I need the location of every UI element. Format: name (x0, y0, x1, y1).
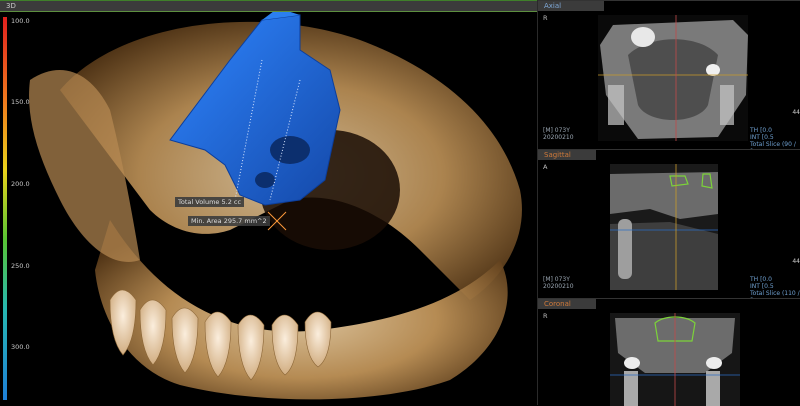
axial-info-right: TH [0.0INT [0.5Total Slice (90 / 1 (750, 127, 796, 149)
coronal-orientation: R (543, 312, 548, 320)
colorbar-label-200: 200.0 (11, 180, 30, 188)
colorbar-label-300: 300.0 (11, 343, 30, 351)
sagittal-mm: 44 (792, 258, 800, 265)
dental-viewer: 3D 100.0 150.0 200.0 250.0 300.0 Total V… (0, 0, 800, 406)
sagittal-slice-image (610, 164, 718, 290)
density-colorbar (3, 17, 7, 400)
sagittal-info-right: TH [0.0INT [0.5Total Slice (110 / 2 (750, 276, 800, 298)
coronal-slice-image (610, 313, 740, 406)
axial-mm: 44 (792, 109, 800, 116)
coronal-view[interactable]: Coronal R (538, 298, 800, 406)
volume-render[interactable] (0, 0, 537, 405)
axial-slice-image (598, 15, 748, 141)
axial-info-left: [M] 073Y 20200210 (543, 127, 574, 141)
view-title-sagittal: Sagittal (538, 150, 596, 160)
sagittal-orientation: A (543, 163, 548, 171)
view-title-3d: 3D (0, 0, 537, 12)
axial-orientation: R (543, 14, 548, 22)
min-area-label: Min. Area 295.7 mm^2 (188, 216, 270, 226)
colorbar-label-100: 100.0 (11, 17, 30, 25)
colorbar-label-250: 250.0 (11, 262, 30, 270)
view-3d[interactable]: 3D 100.0 150.0 200.0 250.0 300.0 Total V… (0, 0, 538, 405)
slice-panels: Axial R 44 [M] 073Y 20200210 TH [0.0 INT [… (538, 0, 800, 406)
sagittal-view[interactable]: Sagittal A 44 [M] 073Y 20200210 TH [0.0 IN… (538, 149, 800, 298)
colorbar-label-150: 150.0 (11, 98, 30, 106)
sagittal-info-left: [M] 073Y 20200210 (543, 276, 574, 290)
view-title-axial: Axial (538, 1, 604, 11)
axial-view[interactable]: Axial R 44 [M] 073Y 20200210 TH [0.0 INT [… (538, 0, 800, 149)
view-title-coronal: Coronal (538, 299, 596, 309)
total-volume-label: Total Volume 5.2 cc (175, 197, 245, 207)
